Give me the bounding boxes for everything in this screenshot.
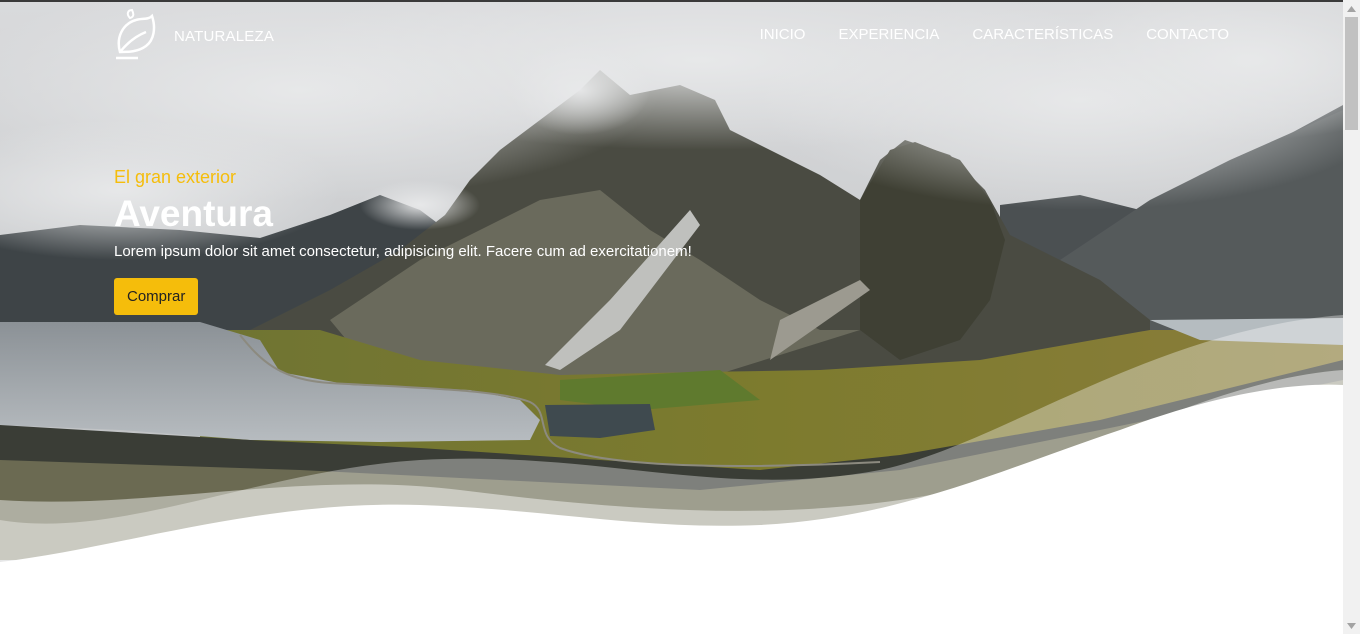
leaf-logo-icon [112,8,164,65]
hero-kicker: El gran exterior [114,167,237,187]
nav-item-contacto[interactable]: CONTACTO [1146,26,1229,43]
brand-name: NATURALEZA [174,28,275,45]
hero-copy: El gran exterior Aventura Lorem ipsum do… [114,166,692,315]
scroll-up-arrow-icon[interactable] [1343,0,1360,17]
scroll-down-arrow-icon[interactable] [1343,617,1360,634]
hero-section: NATURALEZA INICIO EXPERIENCIA CARACTERÍS… [0,0,1343,634]
mountain-landscape-image [0,0,1343,634]
scrollbar-thumb[interactable] [1345,17,1358,130]
nav-item-inicio[interactable]: INICIO [760,26,806,43]
hero-description: Lorem ipsum dolor sit amet consectetur, … [114,243,692,260]
main-nav: INICIO EXPERIENCIA CARACTERÍSTICAS CONTA… [760,26,1229,43]
nav-item-caracteristicas[interactable]: CARACTERÍSTICAS [972,26,1113,43]
hero-title: Aventura [114,193,274,234]
buy-button[interactable]: Comprar [114,278,199,315]
nav-item-experiencia[interactable]: EXPERIENCIA [838,26,939,43]
vertical-scrollbar[interactable] [1343,0,1360,634]
brand[interactable]: NATURALEZA [112,8,274,65]
window-top-border [0,0,1360,2]
